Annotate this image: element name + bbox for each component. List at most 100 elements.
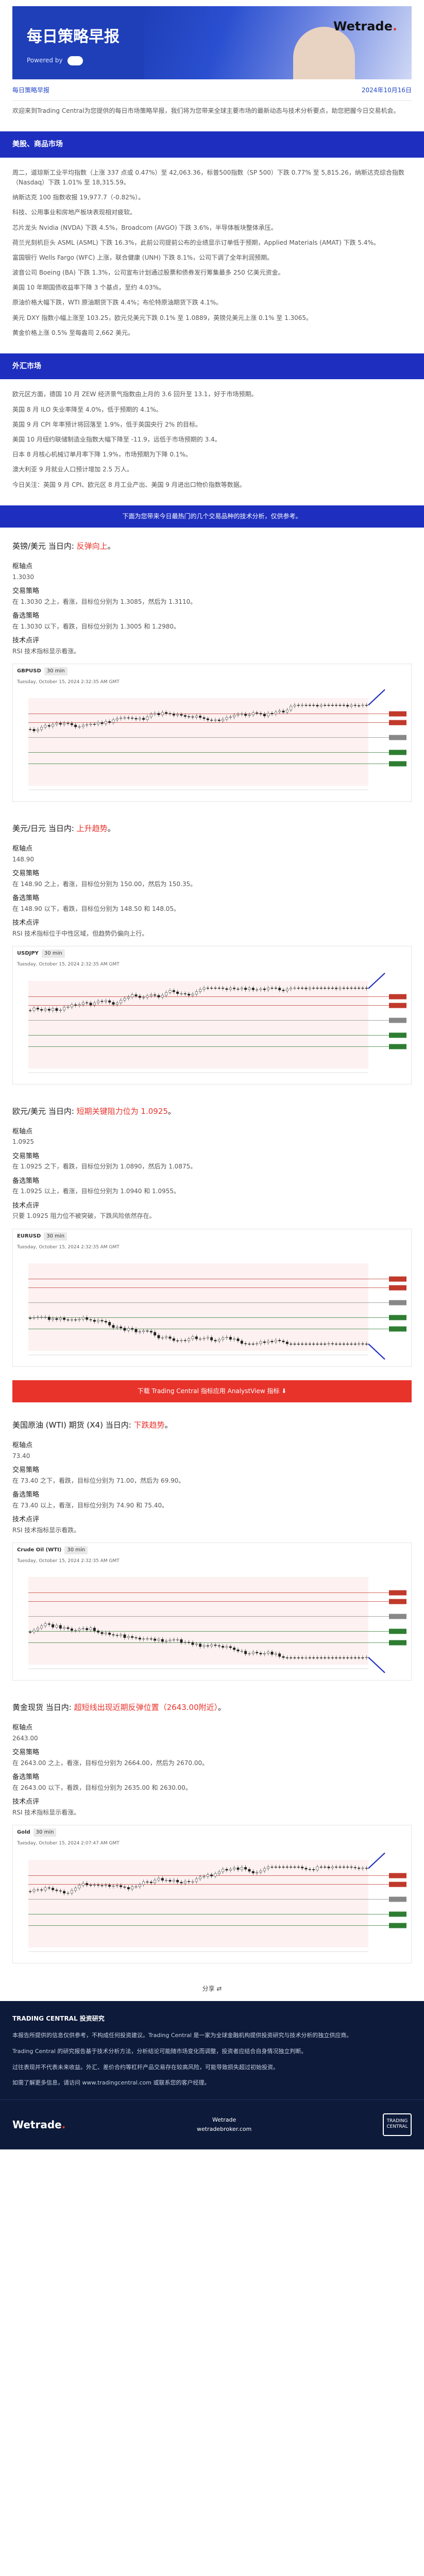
field-value: 73.40 [12,1452,30,1460]
wetrade-logo[interactable]: Wetrade. [333,16,397,36]
candle-body [157,713,160,716]
candle-body [138,995,141,998]
candle-body [120,999,123,1003]
section-header-fx: 外汇市场 [0,353,424,380]
instrument-trend: 上升趋势 [76,824,108,834]
candle-body [131,1886,134,1889]
candle-body [244,1651,247,1654]
candle-body [93,1628,96,1632]
chart-header: Crude Oil (WTI) 30 min [13,1543,411,1557]
candle-body [93,1002,96,1005]
candle-body [290,988,293,989]
candle-body [97,1631,100,1633]
candle-body [154,713,157,715]
field-label: 技术点评 [12,1798,40,1806]
candle-body [251,1871,255,1873]
candle-body [44,1623,47,1626]
candle-body [100,1320,104,1321]
candle-body [365,1657,368,1658]
chart-background [28,980,368,1069]
candle-body [115,1885,118,1886]
field-value: 148.90 [12,856,34,863]
candle-body [44,1887,47,1890]
candle-body [274,711,277,715]
candle-body [131,1636,134,1638]
candle-body [251,987,255,990]
chart-timestamp: Tuesday, October 15, 2024 2:32:35 AM GMT [17,962,120,968]
candle-body [191,993,194,995]
candle-body [270,1341,274,1342]
candle-body [210,1874,213,1876]
logo-text: Wetrade [333,19,393,33]
candle-body [217,720,221,721]
chart-background [28,1577,368,1665]
footer-title: TRADING CENTRAL 投资研究 [12,2014,105,2022]
instrument-title: 欧元/美元 当日内: 短期关键阻力位为 1.0925。 [12,1098,412,1123]
footer-site-url[interactable]: wetradebroker.com [197,2125,251,2134]
candle-body [278,1653,281,1657]
chart-level-tag [389,1640,406,1646]
candlestick-chart [28,972,406,1073]
candle-body [263,1868,266,1871]
meta-row: 每日策略早报 2024年10月16日 [12,79,412,100]
candle-body [70,1629,73,1631]
price-chart: GBPUSD 30 min Tuesday, October 15, 2024 2:… [12,663,412,802]
instrument-block: 美国原油 (WTI) 期货 (X4) 当日内: 下跌趋势。 枢轴点 73.40 交易策… [12,1412,412,1681]
candle-body [142,1881,145,1885]
candle-body [229,717,232,718]
candle-body [222,1646,225,1648]
fx-paragraph: 美国 10 月纽约联储制造业指数大幅下降至 -11.9，远低于市场预期的 3.4… [12,435,221,443]
download-cta-button[interactable]: 下载 Trading Central 指标应用 AnalystView 指标 ⬇ [12,1380,412,1403]
chart-level-tag [389,1873,406,1878]
candle-body [217,1871,221,1874]
instrument-title: 美元/日元 当日内: 上升趋势。 [12,815,412,840]
candle-body [78,1004,81,1006]
candle-body [32,1317,36,1318]
candle-body [127,996,130,998]
candle-body [240,987,243,989]
field-label: 交易策略 [12,1749,40,1757]
fx-intro-bar: 下面为您带来今日最热门的几个交易品种的技术分析，仅供参考。 [0,505,424,528]
candle-body [59,1317,62,1320]
candle-body [293,705,296,707]
footer-logo[interactable]: Wetrade. [12,2116,65,2133]
share-button[interactable]: 分享 ⇄ [0,1977,424,2001]
candle-body [335,987,338,989]
candle-body [165,992,168,995]
candle-body [100,1001,104,1002]
candle-body [278,1340,281,1341]
field-label: 技术点评 [12,919,40,927]
candle-body [149,714,152,717]
chart-level-tag [389,1629,406,1634]
candle-body [59,1625,62,1629]
fx-paragraph: 欧元区方面，德国 10 月 ZEW 经济景气指数由上月的 3.6 回升至 13.… [12,391,258,398]
candle-body [233,1648,236,1650]
candle-body [59,723,62,725]
footer-disclaimer: TRADING CENTRAL 投资研究 本报告所提供的信息仅供参考，不构成任何… [0,2001,424,2100]
candle-body [210,1337,213,1341]
candle-body [108,1321,111,1326]
field-label: 技术点评 [12,1201,40,1210]
candle-body [146,717,149,720]
candle-body [338,987,342,989]
candle-body [127,1328,130,1331]
candle-body [123,997,126,1001]
candle-body [44,1008,47,1010]
chart-level-tag [389,711,406,717]
candle-body [263,1341,266,1343]
chart-level-tag [389,1032,406,1038]
candle-body [142,1330,145,1332]
field-value: 只要 1.0925 阻力位不被突破，下跌风险依然存在。 [12,1212,156,1220]
candle-body [36,1628,39,1631]
candle-body [104,1320,107,1323]
candle-body [270,713,274,715]
candle-body [115,718,118,720]
trend-arrow-icon [368,1343,385,1360]
candle-body [52,1624,55,1628]
candle-body [138,1638,141,1640]
chart-timeframe: 30 min [44,667,67,675]
candle-body [327,705,330,706]
field-label: 备选策略 [12,1773,40,1782]
candle-body [168,990,172,993]
instrument-period: 。 [107,541,115,551]
